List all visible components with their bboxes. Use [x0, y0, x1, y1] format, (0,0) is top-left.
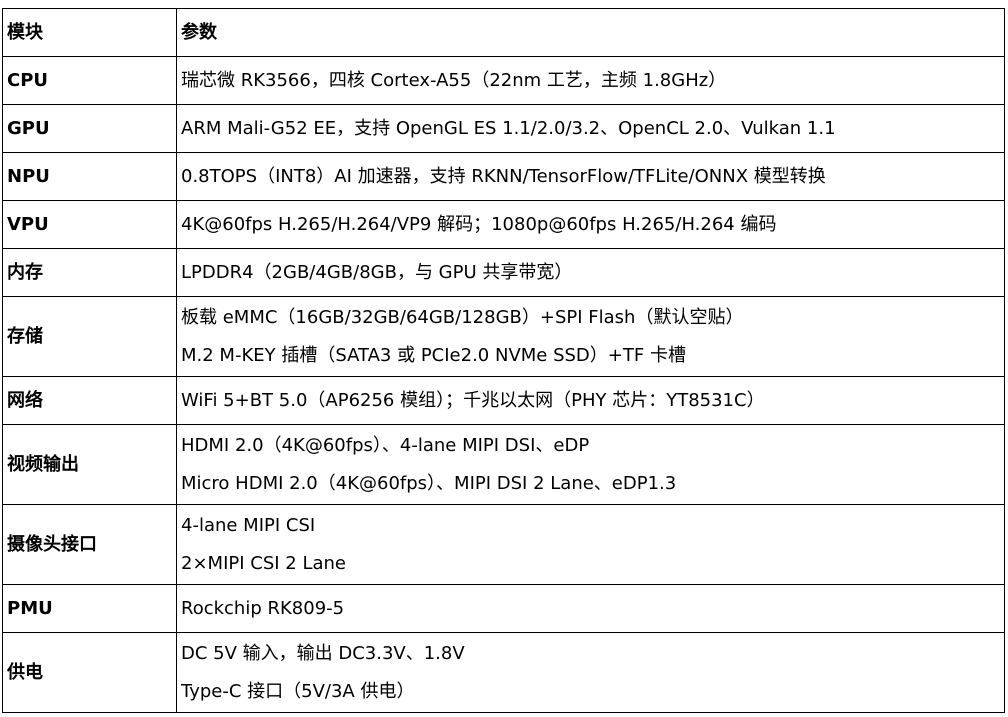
row-key: CPU [2, 56, 177, 105]
row-value-line: 2×MIPI CSI 2 Lane [181, 552, 346, 574]
header-module: 模块 [2, 8, 177, 57]
row-key: GPU [2, 104, 177, 153]
row-value: WiFi 5+BT 5.0（AP6256 模组）；千兆以太网（PHY 芯片：YT… [176, 376, 1005, 425]
row-value-line: DC 5V 输入，输出 DC3.3V、1.8V [181, 642, 465, 664]
table-row: 存储 板载 eMMC（16GB/32GB/64GB/128GB）+SPI Fla… [2, 296, 1005, 377]
row-value-line: M.2 M-KEY 插槽（SATA3 或 PCIe2.0 NVMe SSD）+T… [181, 344, 686, 366]
header-params: 参数 [176, 8, 1005, 57]
row-value: 瑞芯微 RK3566，四核 Cortex-A55（22nm 工艺，主频 1.8G… [176, 56, 1005, 105]
row-value-line: HDMI 2.0（4K@60fps）、4-lane MIPI DSI、eDP [181, 434, 590, 456]
row-value: 4K@60fps H.265/H.264/VP9 解码；1080p@60fps … [176, 200, 1005, 249]
table-row: 网络 WiFi 5+BT 5.0（AP6256 模组）；千兆以太网（PHY 芯片… [2, 376, 1005, 425]
row-value-line: 板载 eMMC（16GB/32GB/64GB/128GB）+SPI Flash（… [181, 306, 744, 328]
table-row: 供电 DC 5V 输入，输出 DC3.3V、1.8V Type-C 接口（5V/… [2, 632, 1005, 713]
row-value-line: 4-lane MIPI CSI [181, 514, 316, 536]
row-key: 内存 [2, 248, 177, 297]
row-value: ARM Mali-G52 EE，支持 OpenGL ES 1.1/2.0/3.2… [176, 104, 1005, 153]
row-key: NPU [2, 152, 177, 201]
row-key: 摄像头接口 [2, 504, 177, 585]
row-value: DC 5V 输入，输出 DC3.3V、1.8V Type-C 接口（5V/3A … [176, 632, 1005, 713]
row-value: 4-lane MIPI CSI 2×MIPI CSI 2 Lane [176, 504, 1005, 585]
table-row: 摄像头接口 4-lane MIPI CSI 2×MIPI CSI 2 Lane [2, 504, 1005, 585]
row-key: 视频输出 [2, 424, 177, 505]
table-row: 视频输出 HDMI 2.0（4K@60fps）、4-lane MIPI DSI、… [2, 424, 1005, 505]
row-key: 网络 [2, 376, 177, 425]
row-value: 0.8TOPS（INT8）AI 加速器，支持 RKNN/TensorFlow/T… [176, 152, 1005, 201]
table-row: GPU ARM Mali-G52 EE，支持 OpenGL ES 1.1/2.0… [2, 104, 1005, 153]
row-value: Rockchip RK809-5 [176, 584, 1005, 633]
table-row: VPU 4K@60fps H.265/H.264/VP9 解码；1080p@60… [2, 200, 1005, 249]
row-value: LPDDR4（2GB/4GB/8GB，与 GPU 共享带宽） [176, 248, 1005, 297]
table-row: PMU Rockchip RK809-5 [2, 584, 1005, 633]
table-header-row: 模块 参数 [2, 8, 1005, 57]
row-key: VPU [2, 200, 177, 249]
row-value: 板载 eMMC（16GB/32GB/64GB/128GB）+SPI Flash（… [176, 296, 1005, 377]
row-value: HDMI 2.0（4K@60fps）、4-lane MIPI DSI、eDP M… [176, 424, 1005, 505]
table-row: 内存 LPDDR4（2GB/4GB/8GB，与 GPU 共享带宽） [2, 248, 1005, 297]
table-row: CPU 瑞芯微 RK3566，四核 Cortex-A55（22nm 工艺，主频 … [2, 56, 1005, 105]
row-key: PMU [2, 584, 177, 633]
row-value-line: Type-C 接口（5V/3A 供电） [181, 680, 415, 702]
row-key: 供电 [2, 632, 177, 713]
row-key: 存储 [2, 296, 177, 377]
spec-table: 模块 参数 CPU 瑞芯微 RK3566，四核 Cortex-A55（22nm … [2, 8, 1005, 713]
row-value-line: Micro HDMI 2.0（4K@60fps）、MIPI DSI 2 Lane… [181, 472, 677, 494]
table-row: NPU 0.8TOPS（INT8）AI 加速器，支持 RKNN/TensorFl… [2, 152, 1005, 201]
